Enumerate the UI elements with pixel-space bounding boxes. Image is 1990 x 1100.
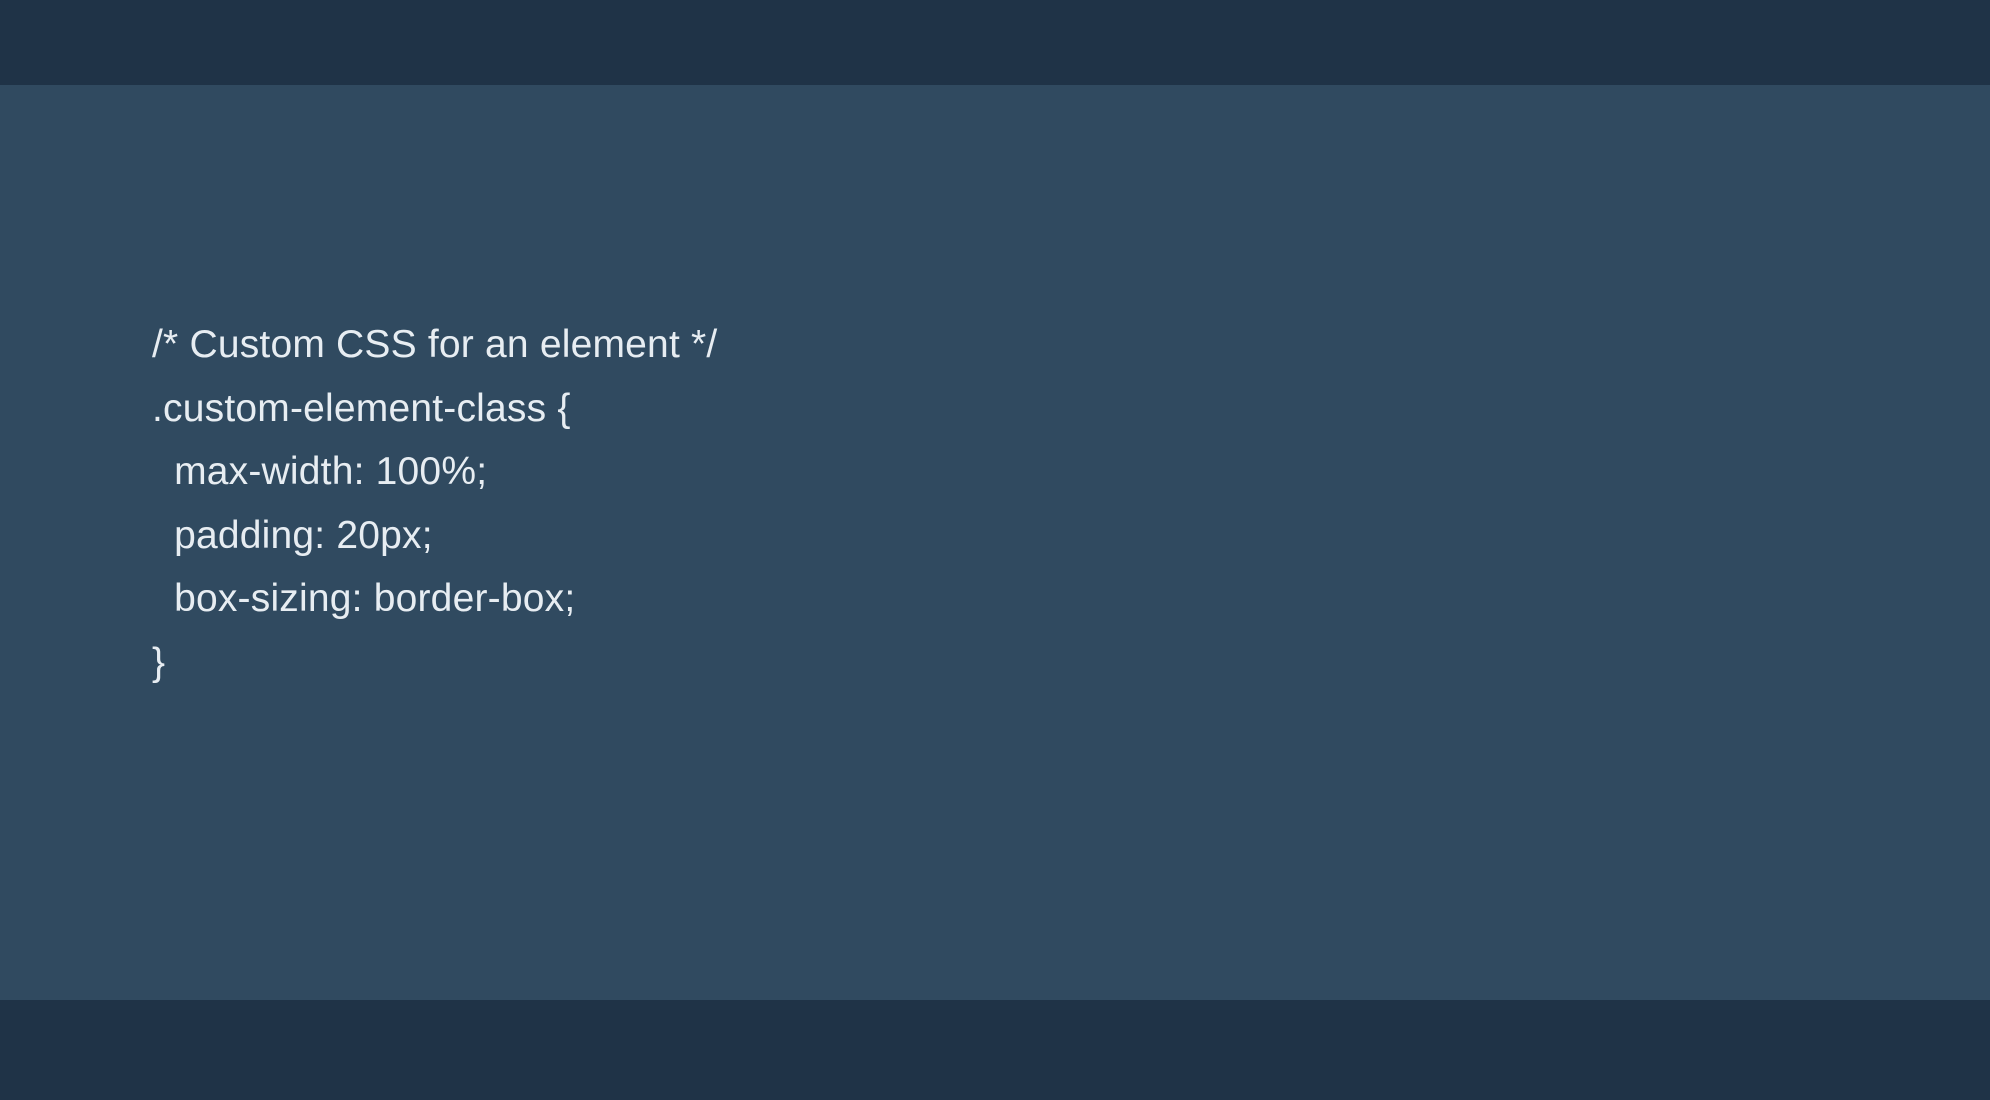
code-line: max-width: 100%; (152, 450, 487, 493)
bottom-band (0, 1000, 1990, 1100)
code-line: .custom-element-class { (152, 387, 571, 430)
code-line: box-sizing: border-box; (152, 577, 575, 620)
code-line: /* Custom CSS for an element */ (152, 323, 717, 366)
code-line: padding: 20px; (152, 514, 433, 557)
code-panel: /* Custom CSS for an element */ .custom-… (0, 85, 1990, 1000)
top-band (0, 0, 1990, 85)
code-line: } (152, 641, 165, 684)
css-code-block: /* Custom CSS for an element */ .custom-… (152, 313, 1990, 694)
